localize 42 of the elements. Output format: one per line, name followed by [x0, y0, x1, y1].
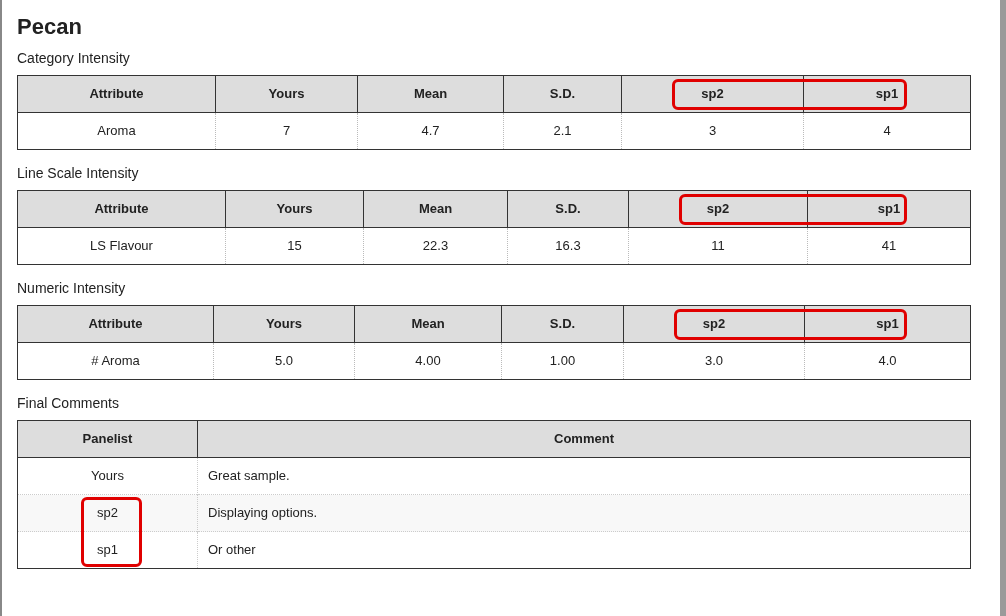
- column-header: Yours: [215, 75, 358, 113]
- table-cell: LS Flavour: [17, 227, 226, 265]
- column-header: Yours: [225, 190, 364, 228]
- column-header: Panelist: [17, 420, 198, 458]
- section-heading: Category Intensity: [17, 49, 131, 67]
- table-cell: 4.7: [357, 112, 504, 150]
- column-header: S.D.: [503, 75, 622, 113]
- column-header: Mean: [363, 190, 508, 228]
- table-cell: 3.0: [623, 342, 805, 380]
- table-cell: 11: [628, 227, 808, 265]
- column-header: S.D.: [507, 190, 629, 228]
- column-header: Comment: [197, 420, 971, 458]
- table-cell: 7: [215, 112, 358, 150]
- table-cell: # Aroma: [17, 342, 214, 380]
- page-title: Pecan: [17, 14, 83, 40]
- table-cell: 2.1: [503, 112, 622, 150]
- table-cell: 5.0: [213, 342, 355, 380]
- section-heading: Line Scale Intensity: [17, 164, 140, 182]
- comment-cell: Displaying options.: [197, 494, 971, 532]
- column-header: Attribute: [17, 75, 216, 113]
- comment-cell: Or other: [197, 531, 971, 569]
- table-cell: 4.00: [354, 342, 502, 380]
- section-heading: Final Comments: [17, 394, 120, 412]
- column-header: Mean: [357, 75, 504, 113]
- column-header: Attribute: [17, 190, 226, 228]
- table-cell: 3: [621, 112, 804, 150]
- panelist-cell: sp2: [17, 494, 198, 532]
- panelist-cell: sp1: [17, 531, 198, 569]
- column-header: Yours: [213, 305, 355, 343]
- table-cell: 1.00: [501, 342, 624, 380]
- column-header: S.D.: [501, 305, 624, 343]
- table-cell: 15: [225, 227, 364, 265]
- comment-cell: Great sample.: [197, 457, 971, 495]
- table-cell: 4: [803, 112, 971, 150]
- table-cell: 16.3: [507, 227, 629, 265]
- column-header: Mean: [354, 305, 502, 343]
- section-heading: Numeric Intensity: [17, 279, 127, 297]
- table-cell: 41: [807, 227, 971, 265]
- table-cell: 4.0: [804, 342, 971, 380]
- column-header: Attribute: [17, 305, 214, 343]
- table-cell: 22.3: [363, 227, 508, 265]
- table-cell: Aroma: [17, 112, 216, 150]
